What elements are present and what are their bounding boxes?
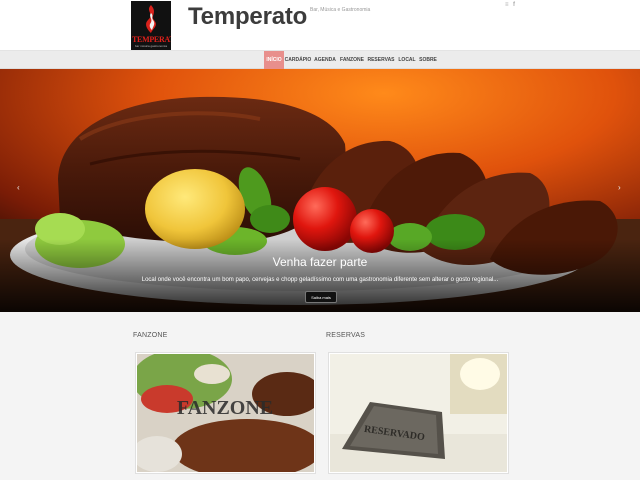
- main-navigation: INÍCIO CARDÁPIO AGENDA FANZONE RESERVAS …: [0, 51, 640, 69]
- fanzone-card[interactable]: FANZONE: [135, 352, 316, 474]
- section-title-reservas: RESERVAS: [326, 332, 366, 339]
- hero-title: Venha fazer parte: [272, 255, 368, 269]
- logo-subtext: bar música gastronomia: [134, 44, 167, 48]
- saiba-mais-button[interactable]: Saiba mais: [305, 291, 337, 303]
- fanzone-image-text: FANZONE: [177, 397, 273, 419]
- nav-item-inicio[interactable]: INÍCIO: [264, 51, 284, 69]
- hero-slider: ‹ › Venha fazer parte Local onde você en…: [0, 69, 640, 312]
- logo-brand-text: TEMPERATO: [132, 35, 171, 44]
- nav-item-agenda[interactable]: AGENDA: [312, 51, 338, 69]
- nav-item-fanzone[interactable]: FANZONE: [338, 51, 366, 69]
- reservas-card[interactable]: RESERVADO: [328, 352, 509, 474]
- nav-item-sobre[interactable]: SOBRE: [418, 51, 438, 69]
- rss-icon[interactable]: ≡: [505, 2, 509, 8]
- nav-item-reservas[interactable]: RESERVAS: [366, 51, 396, 69]
- fanzone-image: FANZONE: [137, 354, 314, 472]
- site-logo[interactable]: TEMPERATO bar música gastronomia: [131, 1, 171, 50]
- nav-item-cardapio[interactable]: CARDÁPIO: [284, 51, 312, 69]
- section-title-fanzone: FANZONE: [133, 332, 168, 339]
- nav-item-local[interactable]: LOCAL: [396, 51, 418, 69]
- reservas-image: RESERVADO: [330, 354, 507, 472]
- site-title[interactable]: Temperato: [188, 3, 307, 31]
- hero-description: Local onde você encontra um bom papo, ce…: [141, 277, 499, 283]
- site-header: TEMPERATO bar música gastronomia Tempera…: [0, 0, 640, 51]
- slider-next-arrow[interactable]: ›: [618, 183, 621, 192]
- slider-prev-arrow[interactable]: ‹: [17, 183, 20, 192]
- hero-image: [0, 69, 640, 312]
- flame-icon: [146, 5, 156, 33]
- facebook-icon[interactable]: f: [513, 2, 515, 8]
- site-tagline: Bar, Música e Gastronomia: [310, 7, 371, 13]
